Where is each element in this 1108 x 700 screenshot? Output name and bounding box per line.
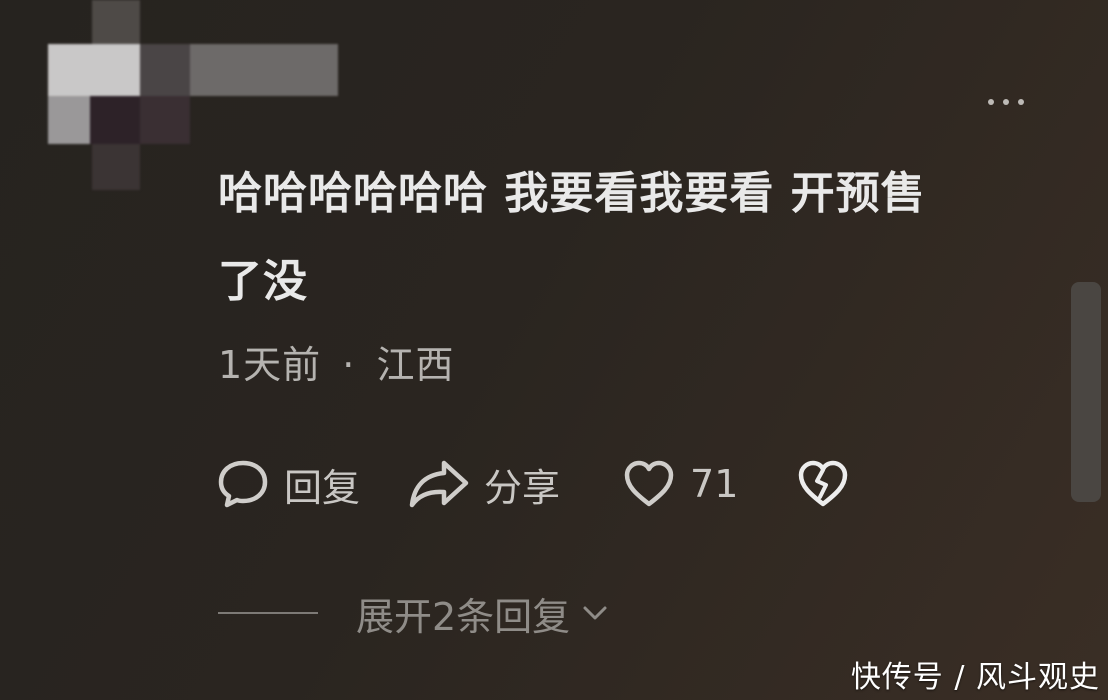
share-label: 分享 [484, 465, 561, 510]
scrollbar[interactable] [1071, 282, 1101, 502]
comment-meta: 1天前 · 江西 [218, 334, 454, 389]
like-button[interactable]: 71 [622, 457, 738, 511]
expand-replies-label: 展开2条回复 [356, 594, 571, 639]
broken-heart-icon [799, 460, 848, 507]
more-icon[interactable] [988, 92, 1038, 112]
watermark: 快传号 / 风斗观史 [850, 660, 1100, 695]
meta-separator: · [342, 343, 356, 387]
divider-line [218, 612, 318, 614]
comment-line-1: 哈哈哈哈哈哈 我要看我要看 开预售 [218, 168, 926, 219]
action-bar: 回复 分享 71 [216, 456, 850, 512]
dislike-button[interactable] [796, 457, 850, 511]
comment-location: 江西 [376, 343, 455, 387]
reply-button[interactable]: 回复 [216, 457, 360, 512]
share-icon [409, 460, 469, 508]
share-button[interactable]: 分享 [408, 457, 560, 512]
heart-icon [624, 460, 674, 507]
reply-label: 回复 [284, 465, 361, 510]
comment-time: 1天前 [218, 343, 322, 387]
reply-icon [218, 460, 268, 508]
comment-line-2: 了没 [218, 256, 308, 307]
chevron-down-icon [583, 606, 607, 620]
comment-text: 哈哈哈哈哈哈 我要看我要看 开预售 了没 [218, 150, 1038, 326]
like-count: 71 [690, 462, 739, 506]
expand-replies-button[interactable]: 展开2条回复 [218, 588, 610, 639]
